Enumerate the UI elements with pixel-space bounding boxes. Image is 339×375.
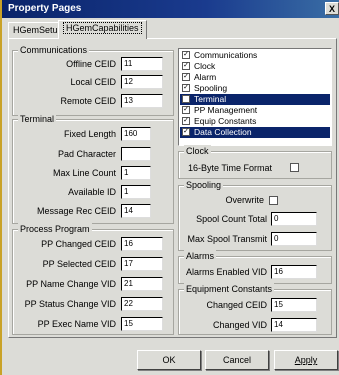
- pp-changed-ceid-field[interactable]: 16: [121, 237, 163, 251]
- capability-label: Alarm: [194, 72, 217, 82]
- group-legend: Alarms: [184, 250, 217, 262]
- checkbox-icon[interactable]: ✓: [182, 128, 190, 136]
- capability-label: Terminal: [194, 94, 227, 104]
- capability-pp-management[interactable]: ✓ PP Management: [180, 105, 330, 116]
- capability-equip-constants[interactable]: ✓ Equip Constants: [180, 116, 330, 127]
- pp-status-change-vid-label: PP Status Change VID: [24, 299, 116, 309]
- checkbox-icon[interactable]: [182, 95, 190, 103]
- group-legend: Process Program: [18, 223, 92, 235]
- pp-name-change-vid-field[interactable]: 21: [121, 277, 163, 291]
- pp-exec-name-vid-label: PP Exec Name VID: [37, 319, 116, 329]
- checkbox-icon[interactable]: ✓: [182, 73, 190, 81]
- capability-terminal[interactable]: Terminal: [180, 94, 330, 105]
- pp-selected-ceid-label: PP Selected CEID: [42, 259, 116, 269]
- capability-data-collection[interactable]: ✓ Data Collection: [180, 127, 330, 138]
- alarms-enabled-vid-label: Alarms Enabled VID: [185, 267, 267, 277]
- time-format-checkbox[interactable]: [290, 163, 299, 172]
- capabilities-list[interactable]: ✓ Communications ✓ Clock ✓ Alarm ✓ Spooling …: [178, 48, 332, 146]
- message-rec-ceid-label: Message Rec CEID: [36, 206, 116, 216]
- close-button[interactable]: X: [325, 2, 339, 15]
- capability-spooling[interactable]: ✓ Spooling: [180, 83, 330, 94]
- window-title: Property Pages: [8, 3, 82, 14]
- checkbox-icon[interactable]: ✓: [182, 51, 190, 59]
- remote-ceid-field[interactable]: 13: [121, 94, 163, 108]
- pp-selected-ceid-field[interactable]: 17: [121, 257, 163, 271]
- group-legend: Terminal: [18, 113, 57, 125]
- checkbox-icon[interactable]: ✓: [182, 117, 190, 125]
- local-ceid-field[interactable]: 12: [121, 75, 163, 89]
- max-line-count-label: Max Line Count: [52, 168, 116, 178]
- max-spool-transmit-field[interactable]: 0: [271, 232, 317, 246]
- available-id-field[interactable]: 1: [121, 185, 151, 199]
- overwrite-checkbox[interactable]: [269, 196, 278, 205]
- apply-button[interactable]: Apply: [274, 350, 338, 370]
- tab-label: HGemCapabilities: [63, 22, 142, 34]
- alarms-enabled-vid-field[interactable]: 16: [271, 265, 317, 279]
- group-legend: Equipment Constants: [184, 283, 275, 295]
- pp-status-change-vid-field[interactable]: 22: [121, 297, 163, 311]
- changed-ceid-label: Changed CEID: [206, 300, 267, 310]
- group-legend: Clock: [184, 145, 211, 157]
- capability-alarm[interactable]: ✓ Alarm: [180, 72, 330, 83]
- available-id-label: Available ID: [68, 187, 116, 197]
- pp-exec-name-vid-field[interactable]: 15: [121, 317, 163, 331]
- group-legend: Spooling: [184, 179, 224, 191]
- spool-count-total-field[interactable]: 0: [271, 212, 317, 226]
- capability-label: Equip Constants: [194, 116, 257, 126]
- pp-name-change-vid-label: PP Name Change VID: [26, 279, 116, 289]
- max-line-count-field[interactable]: 1: [121, 166, 151, 180]
- time-format-label: 16-Byte Time Format: [188, 163, 273, 173]
- pad-character-label: Pad Character: [57, 149, 116, 159]
- fixed-length-field[interactable]: 160: [121, 127, 151, 141]
- spool-count-total-label: Spool Count Total: [196, 214, 267, 224]
- tab-label: HGemSetup: [13, 25, 63, 35]
- overwrite-label: Overwrite: [225, 195, 264, 205]
- changed-vid-field[interactable]: 14: [271, 318, 317, 332]
- pp-changed-ceid-label: PP Changed CEID: [41, 239, 116, 249]
- pad-character-field[interactable]: [121, 147, 151, 161]
- capability-label: Communications: [194, 50, 258, 60]
- capability-label: PP Management: [194, 105, 258, 115]
- checkbox-icon[interactable]: ✓: [182, 106, 190, 114]
- remote-ceid-label: Remote CEID: [60, 96, 116, 106]
- property-pages-dialog: Property Pages X HGemSetup HGemCapabilit…: [0, 0, 339, 375]
- local-ceid-label: Local CEID: [70, 77, 116, 87]
- capability-label: Data Collection: [194, 127, 252, 137]
- message-rec-ceid-field[interactable]: 14: [121, 204, 151, 218]
- capability-label: Clock: [194, 61, 216, 71]
- checkbox-icon[interactable]: ✓: [182, 84, 190, 92]
- max-spool-transmit-label: Max Spool Transmit: [187, 234, 267, 244]
- capability-communications[interactable]: ✓ Communications: [180, 50, 330, 61]
- group-legend: Communications: [18, 44, 90, 56]
- ok-button[interactable]: OK: [137, 350, 201, 370]
- capability-label: Spooling: [194, 83, 228, 93]
- changed-vid-label: Changed VID: [212, 320, 267, 330]
- changed-ceid-field[interactable]: 15: [271, 298, 317, 312]
- apply-label: Apply: [294, 355, 318, 365]
- title-bar[interactable]: Property Pages X: [2, 0, 339, 18]
- offline-ceid-label: Offline CEID: [66, 59, 116, 69]
- capability-clock[interactable]: ✓ Clock: [180, 61, 330, 72]
- fixed-length-label: Fixed Length: [63, 129, 116, 139]
- tab-hgemcapabilities[interactable]: HGemCapabilities: [58, 20, 147, 39]
- cancel-button[interactable]: Cancel: [205, 350, 269, 370]
- checkbox-icon[interactable]: ✓: [182, 62, 190, 70]
- offline-ceid-field[interactable]: 11: [121, 57, 163, 71]
